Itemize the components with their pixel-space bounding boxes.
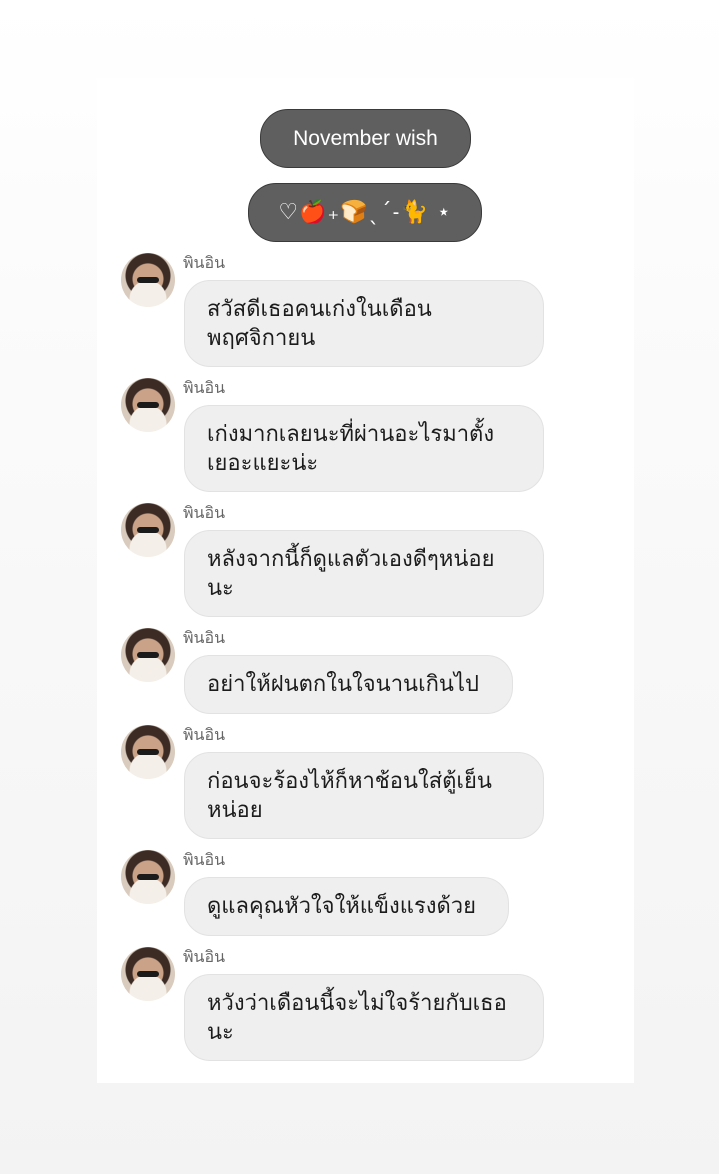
message-bubble[interactable]: ดูแลคุณหัวใจให้แข็งแรงด้วย	[184, 877, 509, 936]
message-row: พินอิน ก่อนจะร้องไห้ก็หาช้อนใส่ตู้เย็นหน…	[121, 725, 551, 840]
message-row: พินอิน หวังว่าเดือนนี้จะไม่ใจร้ายกับเธอน…	[121, 947, 551, 1062]
sender-name: พินอิน	[183, 253, 226, 272]
message-text: อย่าให้ฝนตกในใจนานเกินไป	[207, 672, 479, 697]
message-text: ก่อนจะร้องไห้ก็หาช้อนใส่ตู้เย็นหน่อย	[207, 769, 492, 823]
chat-title: November wish	[293, 126, 438, 150]
avatar[interactable]	[121, 503, 175, 557]
avatar-glasses	[137, 652, 159, 658]
message-row: พินอิน หลังจากนี้ก็ดูแลตัวเองดีๆหน่อยนะ	[121, 503, 551, 618]
avatar[interactable]	[121, 725, 175, 779]
avatar-glasses	[137, 402, 159, 408]
sender-name: พินอิน	[183, 503, 226, 522]
message-row: พินอิน อย่าให้ฝนตกในใจนานเกินไป	[121, 628, 551, 716]
message-bubble[interactable]: หวังว่าเดือนนี้จะไม่ใจร้ายกับเธอนะ	[184, 974, 544, 1061]
message-text: หลังจากนี้ก็ดูแลตัวเองดีๆหน่อยนะ	[207, 547, 495, 601]
sender-name: พินอิน	[183, 850, 226, 869]
avatar-glasses	[137, 749, 159, 755]
avatar-glasses	[137, 527, 159, 533]
message-row: พินอิน ดูแลคุณหัวใจให้แข็งแรงด้วย	[121, 850, 551, 938]
emoji-banner-pill: ♡🍎₊🍞ˎˊ˗🐈 ⋆	[248, 183, 482, 242]
emoji-banner: ♡🍎₊🍞ˎˊ˗🐈 ⋆	[278, 200, 452, 225]
avatar-glasses	[137, 277, 159, 283]
avatar[interactable]	[121, 947, 175, 1001]
sender-name: พินอิน	[183, 378, 226, 397]
message-text: สวัสดีเธอคนเก่งในเดือนพฤศจิกายน	[207, 297, 432, 351]
message-row: พินอิน สวัสดีเธอคนเก่งในเดือนพฤศจิกายน	[121, 253, 551, 368]
message-text: หวังว่าเดือนนี้จะไม่ใจร้ายกับเธอนะ	[207, 991, 507, 1045]
message-bubble[interactable]: สวัสดีเธอคนเก่งในเดือนพฤศจิกายน	[184, 280, 544, 367]
avatar[interactable]	[121, 628, 175, 682]
avatar[interactable]	[121, 378, 175, 432]
message-bubble[interactable]: หลังจากนี้ก็ดูแลตัวเองดีๆหน่อยนะ	[184, 530, 544, 617]
message-bubble[interactable]: เก่งมากเลยนะที่ผ่านอะไรมาตั้งเยอะแยะน่ะ	[184, 405, 544, 492]
avatar[interactable]	[121, 850, 175, 904]
avatar-glasses	[137, 971, 159, 977]
sender-name: พินอิน	[183, 947, 226, 966]
chat-title-pill: November wish	[260, 109, 471, 168]
sender-name: พินอิน	[183, 628, 226, 647]
message-text: ดูแลคุณหัวใจให้แข็งแรงด้วย	[207, 894, 477, 919]
message-row: พินอิน เก่งมากเลยนะที่ผ่านอะไรมาตั้งเยอะ…	[121, 378, 551, 493]
message-bubble[interactable]: ก่อนจะร้องไห้ก็หาช้อนใส่ตู้เย็นหน่อย	[184, 752, 544, 839]
message-text: เก่งมากเลยนะที่ผ่านอะไรมาตั้งเยอะแยะน่ะ	[207, 422, 495, 476]
message-bubble[interactable]: อย่าให้ฝนตกในใจนานเกินไป	[184, 655, 513, 714]
avatar[interactable]	[121, 253, 175, 307]
avatar-glasses	[137, 874, 159, 880]
sender-name: พินอิน	[183, 725, 226, 744]
